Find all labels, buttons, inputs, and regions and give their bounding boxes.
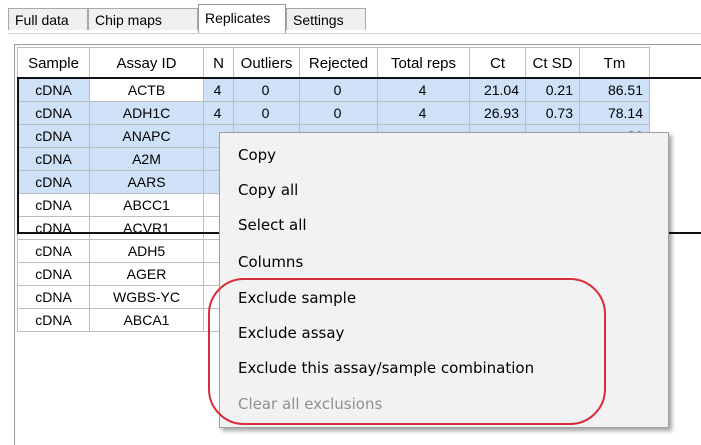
column-header-n[interactable]: N <box>203 47 234 79</box>
cell-assay-id[interactable]: A2M <box>89 147 204 171</box>
context-menu: Copy Copy all Select all Columns Exclude… <box>219 132 669 428</box>
menu-item-copy-all[interactable]: Copy all <box>238 177 298 203</box>
cell-ct[interactable]: 21.04 <box>469 78 526 102</box>
cell-assay-id[interactable]: ANAPC <box>89 124 204 148</box>
header-row: Sample Assay ID N Outliers Rejected Tota… <box>17 47 650 79</box>
cell-sample[interactable]: cDNA <box>17 101 90 125</box>
cell-assay-id[interactable]: WGBS-YC <box>89 285 204 309</box>
tab-full-data[interactable]: Full data <box>8 8 88 30</box>
menu-item-copy[interactable]: Copy <box>238 142 276 168</box>
tab-replicates[interactable]: Replicates <box>198 4 286 34</box>
cell-tm[interactable]: 86.51 <box>579 78 650 102</box>
column-header-sample[interactable]: Sample <box>17 47 90 79</box>
cell-outliers[interactable]: 0 <box>233 101 300 125</box>
cell-ct-sd[interactable]: 0.21 <box>525 78 580 102</box>
column-header-outliers[interactable]: Outliers <box>233 47 300 79</box>
cell-assay-id[interactable]: ACVR1 <box>89 216 204 240</box>
cell-sample[interactable]: cDNA <box>17 262 90 286</box>
cell-rejected[interactable]: 0 <box>299 78 378 102</box>
cell-sample[interactable]: cDNA <box>17 147 90 171</box>
cell-assay-id[interactable]: AARS <box>89 170 204 194</box>
cell-ct-sd[interactable]: 0.73 <box>525 101 580 125</box>
cell-assay-id[interactable]: AGER <box>89 262 204 286</box>
column-header-total-reps[interactable]: Total reps <box>377 47 470 79</box>
column-header-tm[interactable]: Tm <box>579 47 650 79</box>
cell-sample[interactable]: cDNA <box>17 193 90 217</box>
cell-sample[interactable]: cDNA <box>17 285 90 309</box>
cell-n[interactable]: 4 <box>203 78 234 102</box>
menu-item-select-all[interactable]: Select all <box>238 212 307 238</box>
cell-assay-id[interactable]: ABCC1 <box>89 193 204 217</box>
table-row[interactable]: cDNA ACTB 4 0 0 4 21.04 0.21 86.51 <box>17 78 650 102</box>
cell-sample[interactable]: cDNA <box>17 308 90 332</box>
column-header-ct[interactable]: Ct <box>469 47 526 79</box>
column-header-assay-id[interactable]: Assay ID <box>89 47 204 79</box>
tab-settings[interactable]: Settings <box>286 8 366 30</box>
tab-strip: Full data Chip maps Replicates Settings <box>8 4 428 34</box>
menu-item-exclude-combination[interactable]: Exclude this assay/sample combination <box>238 355 534 381</box>
tab-chip-maps[interactable]: Chip maps <box>88 8 198 30</box>
cell-assay-id[interactable]: ADH5 <box>89 239 204 263</box>
cell-tm[interactable]: 78.14 <box>579 101 650 125</box>
cell-assay-id[interactable]: ABCA1 <box>89 308 204 332</box>
cell-n[interactable]: 4 <box>203 101 234 125</box>
cell-outliers[interactable]: 0 <box>233 78 300 102</box>
cell-sample[interactable]: cDNA <box>17 216 90 240</box>
menu-item-exclude-sample[interactable]: Exclude sample <box>238 285 356 311</box>
cell-assay-id[interactable]: ADH1C <box>89 101 204 125</box>
cell-sample[interactable]: cDNA <box>17 78 90 102</box>
cell-sample[interactable]: cDNA <box>17 239 90 263</box>
menu-item-columns[interactable]: Columns <box>238 249 303 275</box>
cell-sample[interactable]: cDNA <box>17 124 90 148</box>
table-row[interactable]: cDNA ADH1C 4 0 0 4 26.93 0.73 78.14 <box>17 101 650 125</box>
cell-assay-id[interactable]: ACTB <box>89 78 204 102</box>
menu-item-clear-exclusions: Clear all exclusions <box>238 395 383 413</box>
cell-total-reps[interactable]: 4 <box>377 78 470 102</box>
tab-divider <box>8 33 701 34</box>
menu-item-exclude-assay[interactable]: Exclude assay <box>238 320 344 346</box>
column-header-rejected[interactable]: Rejected <box>299 47 378 79</box>
cell-sample[interactable]: cDNA <box>17 170 90 194</box>
cell-ct[interactable]: 26.93 <box>469 101 526 125</box>
cell-rejected[interactable]: 0 <box>299 101 378 125</box>
cell-total-reps[interactable]: 4 <box>377 101 470 125</box>
column-header-ct-sd[interactable]: Ct SD <box>525 47 580 79</box>
